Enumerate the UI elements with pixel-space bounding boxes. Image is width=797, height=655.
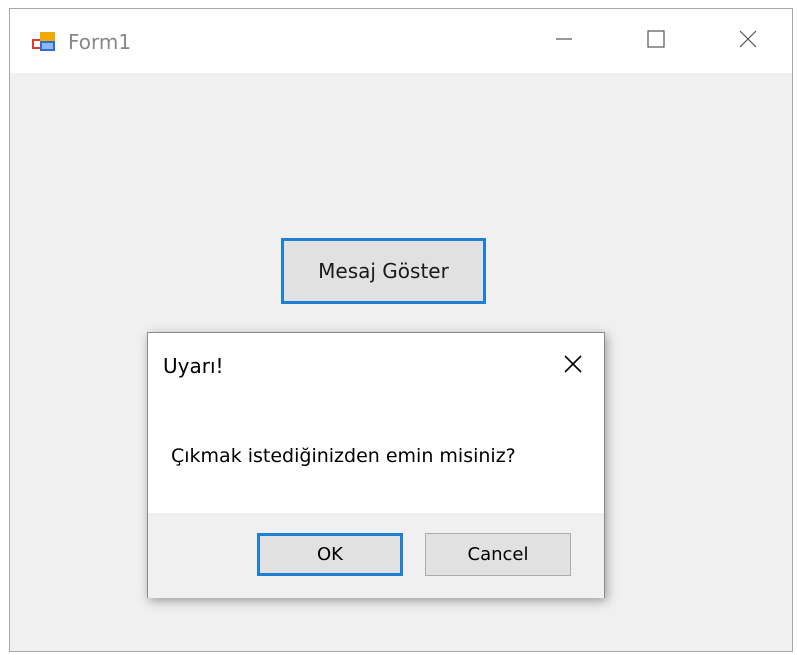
ok-button[interactable]: OK [257,533,403,576]
dialog-close-button[interactable] [558,351,588,381]
dialog-message: Çıkmak istediğinizden emin misiniz? [171,445,516,467]
window-title: Form1 [68,30,132,54]
message-box-dialog: Uyarı! Çıkmak istediğinizden emin misini… [147,332,605,598]
dialog-title: Uyarı! [163,354,224,378]
dialog-button-area: OK Cancel [148,513,604,598]
show-message-button[interactable]: Mesaj Göster [281,238,486,304]
title-bar[interactable]: Form1 [10,9,792,73]
minimize-button[interactable] [518,9,610,73]
minimize-icon [554,29,574,53]
close-icon [562,353,584,379]
maximize-button[interactable] [610,9,702,73]
maximize-icon [646,29,666,53]
app-icon [32,31,56,53]
close-button[interactable] [702,9,794,73]
cancel-button[interactable]: Cancel [425,533,571,576]
close-icon [738,29,758,53]
